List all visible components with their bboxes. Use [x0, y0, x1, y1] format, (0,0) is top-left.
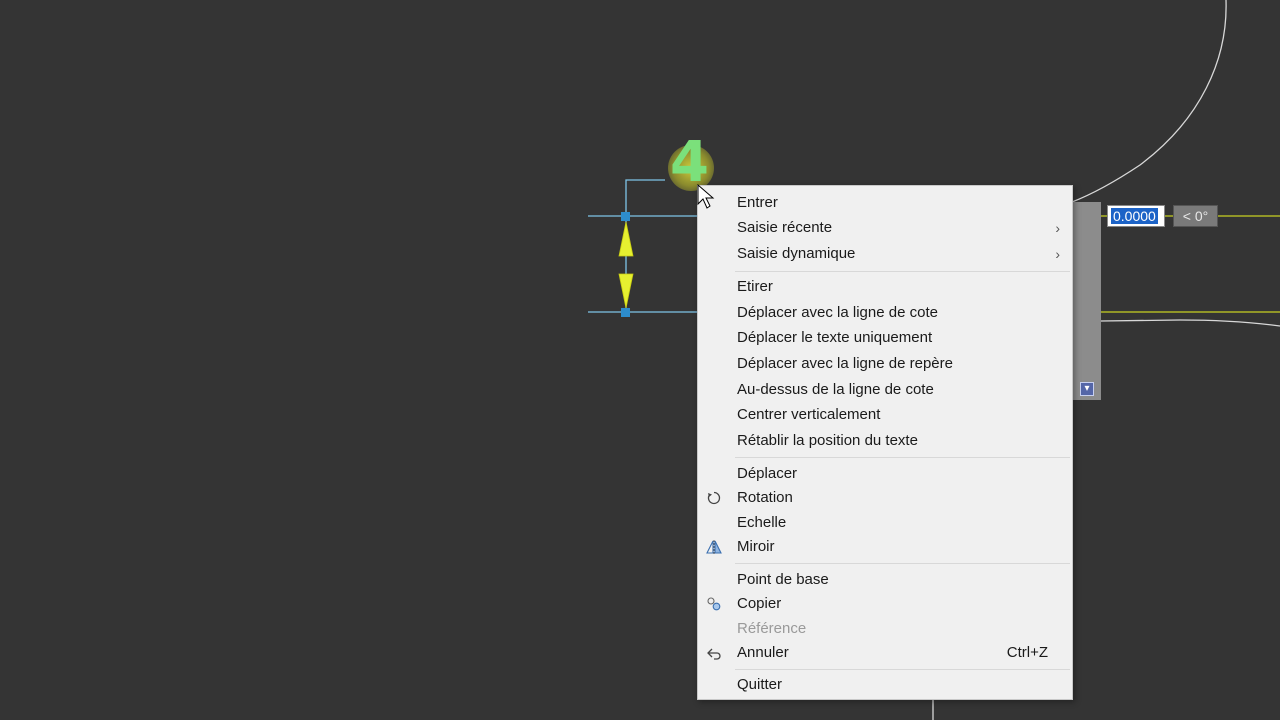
- menu-item-label: Rétablir la position du texte: [737, 432, 918, 449]
- download-icon[interactable]: ▾: [1080, 382, 1094, 396]
- menu-item-label: Déplacer: [737, 465, 798, 482]
- dimension-leader: [625, 179, 665, 312]
- copy-icon: [707, 597, 721, 611]
- menu-item-label: Déplacer avec la ligne de cote: [737, 304, 938, 321]
- mouse-cursor-icon: [697, 184, 715, 209]
- menu-item-rotation[interactable]: Rotation: [698, 486, 1072, 510]
- mirror-icon: [706, 540, 722, 554]
- menu-item-label: Référence: [737, 620, 807, 637]
- outline-line: [1100, 319, 1280, 327]
- menu-item-retablir[interactable]: Rétablir la position du texte: [698, 429, 1072, 453]
- menu-item-echelle[interactable]: Echelle: [698, 511, 1072, 535]
- menu-item-point-de-base[interactable]: Point de base: [698, 568, 1072, 592]
- menu-item-au-dessus[interactable]: Au-dessus de la ligne de cote: [698, 378, 1072, 402]
- context-menu: Entrer Saisie récente › Saisie dynamique…: [697, 185, 1073, 700]
- rotate-icon: [707, 491, 721, 505]
- menu-item-label: Au-dessus de la ligne de cote: [737, 381, 934, 398]
- dimension-arrow-bottom: [618, 273, 634, 309]
- angle-input[interactable]: < 0°: [1173, 205, 1218, 227]
- menu-separator: [735, 457, 1070, 458]
- menu-item-label: Etirer: [737, 278, 773, 295]
- menu-item-annuler[interactable]: Annuler Ctrl+Z: [698, 641, 1072, 665]
- distance-value: 0.0000: [1111, 208, 1158, 224]
- menu-item-centrer[interactable]: Centrer verticalement: [698, 403, 1072, 427]
- menu-item-label: Déplacer le texte uniquement: [737, 329, 933, 346]
- arc-curve: [1071, 0, 1227, 203]
- menu-separator: [735, 271, 1070, 272]
- menu-item-label: Copier: [737, 595, 782, 612]
- menu-item-quitter[interactable]: Quitter: [698, 673, 1072, 697]
- menu-item-label: Saisie dynamique: [737, 245, 856, 262]
- menu-item-label: Rotation: [737, 489, 793, 506]
- menu-item-label: Miroir: [737, 538, 775, 555]
- menu-item-saisie-dynamique[interactable]: Saisie dynamique ›: [698, 242, 1072, 266]
- menu-item-label: Annuler: [737, 644, 789, 661]
- menu-item-etirer[interactable]: Etirer: [698, 275, 1072, 299]
- menu-item-label: Point de base: [737, 571, 829, 588]
- menu-item-label: Echelle: [737, 514, 787, 531]
- submenu-arrow-icon: ›: [1055, 220, 1060, 236]
- menu-item-entrer[interactable]: Entrer: [698, 191, 1072, 215]
- menu-item-label: Quitter: [737, 676, 783, 693]
- grip-top: [621, 212, 630, 221]
- menu-separator: [735, 669, 1070, 670]
- menu-item-deplacer-ligne-cote[interactable]: Déplacer avec la ligne de cote: [698, 301, 1072, 325]
- menu-item-reference: Référence: [698, 617, 1072, 641]
- submenu-arrow-icon: ›: [1055, 246, 1060, 262]
- grip-bottom: [621, 308, 630, 317]
- tool-panel: ▾: [1072, 202, 1101, 400]
- dimension-arrow-top: [618, 221, 634, 257]
- menu-item-label: Centrer verticalement: [737, 406, 881, 423]
- dimension-value: 4: [670, 130, 709, 195]
- menu-item-deplacer-ligne-repere[interactable]: Déplacer avec la ligne de repère: [698, 352, 1072, 376]
- menu-item-deplacer[interactable]: Déplacer: [698, 462, 1072, 486]
- shortcut-label: Ctrl+Z: [1006, 644, 1048, 661]
- menu-item-label: Saisie récente: [737, 219, 833, 236]
- menu-item-miroir[interactable]: Miroir: [698, 535, 1072, 559]
- menu-item-saisie-recente[interactable]: Saisie récente ›: [698, 216, 1072, 240]
- distance-input[interactable]: 0.0000: [1107, 205, 1165, 227]
- menu-item-deplacer-texte[interactable]: Déplacer le texte uniquement: [698, 326, 1072, 350]
- menu-item-label: Déplacer avec la ligne de repère: [737, 355, 953, 372]
- menu-separator: [735, 563, 1070, 564]
- undo-icon: [707, 648, 721, 660]
- menu-item-label: Entrer: [737, 194, 778, 211]
- menu-item-copier[interactable]: Copier: [698, 592, 1072, 616]
